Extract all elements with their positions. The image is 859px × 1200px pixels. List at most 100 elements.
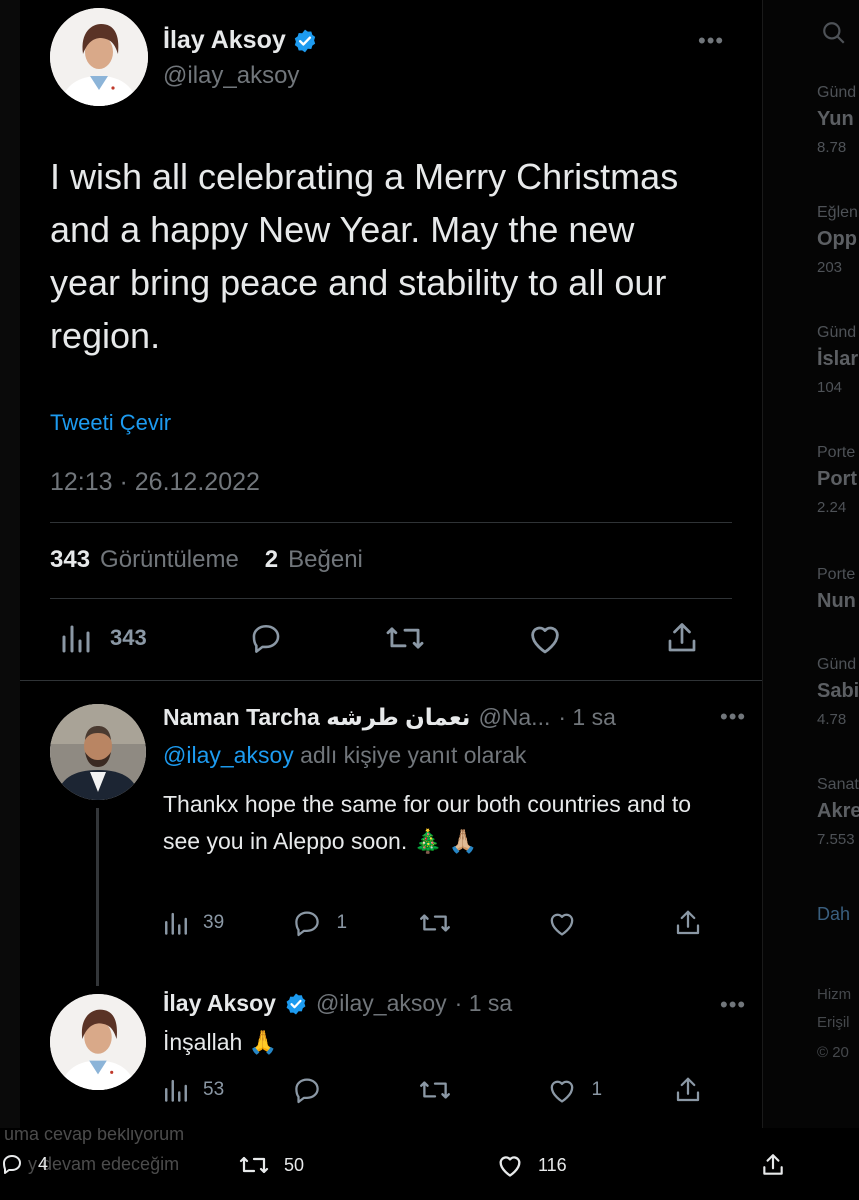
trend-item[interactable]: Günd İslar 104 bbox=[817, 324, 859, 396]
trend-count: 104 bbox=[817, 379, 843, 396]
author-name[interactable]: Naman Tarcha نعمان طرشه bbox=[163, 704, 470, 731]
retweet-button[interactable] bbox=[418, 909, 528, 937]
background-tweet-actions: uma cevap bekliyorum y devam edeceğim bbox=[0, 1124, 859, 1200]
retweet-count: 50 bbox=[284, 1154, 305, 1175]
like-button[interactable] bbox=[526, 621, 564, 655]
tweet-timestamp[interactable]: 12:13 · 26.12.2022 bbox=[50, 468, 260, 497]
avatar[interactable] bbox=[50, 994, 146, 1090]
reply-header: İlay Aksoy @ilay_aksoy · 1 sa bbox=[163, 990, 512, 1017]
reply-icon bbox=[294, 1078, 319, 1104]
share-button[interactable] bbox=[673, 1075, 703, 1105]
heart-icon bbox=[550, 913, 573, 936]
views-label[interactable]: Görüntüleme bbox=[100, 546, 239, 574]
search-icon[interactable] bbox=[821, 20, 847, 46]
reply-count: 1 bbox=[336, 912, 348, 933]
more-options-icon[interactable]: ••• bbox=[698, 28, 724, 54]
author-handle[interactable]: @ilay_aksoy bbox=[316, 990, 447, 1017]
reply-count: 4 bbox=[38, 1153, 49, 1174]
retweet-icon bbox=[420, 914, 450, 932]
replying-to: @ilay_aksoy adlı kişiye yanıt olarak bbox=[163, 742, 526, 769]
retweet-icon bbox=[386, 627, 424, 649]
reply-icon bbox=[3, 1155, 21, 1174]
profile-photo bbox=[50, 8, 148, 106]
thread-line bbox=[96, 808, 99, 986]
trend-count: 7.553 bbox=[817, 831, 855, 848]
more-options-icon[interactable]: ••• bbox=[720, 704, 746, 730]
reply-button[interactable] bbox=[291, 1075, 401, 1105]
views-count: 53 bbox=[203, 1079, 225, 1100]
trend-item[interactable]: Günd Sabi 4.78 bbox=[817, 656, 859, 728]
author-handle[interactable]: @Na... bbox=[478, 704, 550, 731]
show-more-link[interactable]: Dah bbox=[817, 904, 850, 925]
reply-button[interactable] bbox=[247, 621, 285, 655]
likes-label[interactable]: Beğeni bbox=[288, 546, 363, 574]
reply-to-handle[interactable]: @ilay_aksoy bbox=[163, 742, 294, 768]
like-count: 116 bbox=[538, 1154, 567, 1175]
trend-item[interactable]: Eğlen Opp 203 bbox=[817, 204, 859, 276]
translate-tweet-link[interactable]: Tweeti Çevir bbox=[50, 410, 171, 436]
reply-time[interactable]: · 1 sa bbox=[558, 704, 616, 731]
trend-name: Akre bbox=[817, 800, 859, 822]
like-count: 1 bbox=[591, 1079, 603, 1100]
analytics-button[interactable]: 53 bbox=[163, 1077, 273, 1103]
ghost-text: y devam edeceğim bbox=[28, 1154, 180, 1174]
trend-category: Porte bbox=[817, 444, 856, 461]
reply-icon bbox=[252, 624, 279, 653]
divider bbox=[50, 522, 732, 523]
profile-photo bbox=[50, 994, 146, 1090]
share-button[interactable] bbox=[673, 908, 703, 938]
divider bbox=[20, 680, 762, 681]
footer-link[interactable]: Erişil bbox=[817, 1010, 850, 1036]
like-button[interactable] bbox=[546, 909, 656, 937]
retweet-button[interactable] bbox=[418, 1076, 528, 1104]
heart-icon bbox=[499, 1156, 521, 1177]
retweet-button[interactable] bbox=[384, 621, 426, 655]
author-handle[interactable]: @ilay_aksoy bbox=[163, 62, 299, 90]
like-button[interactable]: 116 bbox=[496, 1152, 567, 1178]
reply-text: Thankx hope the same for our both countr… bbox=[163, 791, 692, 854]
reply-button[interactable]: 4 bbox=[0, 1152, 48, 1176]
avatar[interactable] bbox=[50, 8, 148, 106]
more-options-icon[interactable]: ••• bbox=[720, 992, 746, 1018]
avatar[interactable] bbox=[50, 704, 146, 800]
share-icon bbox=[668, 623, 696, 652]
trend-count: 2.24 bbox=[817, 499, 847, 516]
trend-item[interactable]: Sanat Akre 7.553 bbox=[817, 776, 859, 848]
views-count: 343 bbox=[50, 546, 91, 573]
author-name[interactable]: İlay Aksoy bbox=[163, 990, 276, 1017]
retweet-button[interactable]: 50 bbox=[238, 1152, 304, 1178]
share-icon bbox=[763, 1154, 783, 1175]
trend-category: Günd bbox=[817, 324, 857, 341]
analytics-icon bbox=[62, 625, 90, 653]
analytics-icon bbox=[165, 1079, 187, 1102]
verified-badge-icon bbox=[294, 29, 315, 52]
trend-name: Yun bbox=[817, 108, 854, 130]
reply-text: İnşallah 🙏 bbox=[163, 1029, 278, 1055]
share-button[interactable] bbox=[760, 1152, 786, 1178]
reply-time[interactable]: · 1 sa bbox=[455, 990, 513, 1017]
analytics-button[interactable]: 343 bbox=[60, 623, 147, 653]
reply-icon bbox=[294, 911, 319, 937]
author-name-text: İlay Aksoy bbox=[163, 26, 286, 54]
trend-name: İslar bbox=[817, 348, 859, 370]
trend-item[interactable]: Porte Port 2.24 bbox=[817, 444, 859, 516]
analytics-button[interactable]: 39 bbox=[163, 910, 273, 936]
footer-link[interactable]: Hizm bbox=[817, 982, 851, 1008]
trend-count: 203 bbox=[817, 259, 843, 276]
share-icon bbox=[676, 1077, 700, 1102]
likes-count: 2 bbox=[264, 546, 279, 573]
trend-category: Porte bbox=[817, 566, 856, 583]
trend-item[interactable]: Günd Yun 8.78 bbox=[817, 84, 859, 156]
reply-button[interactable]: 1 bbox=[291, 908, 401, 938]
footer-copyright: © 20 bbox=[817, 1044, 849, 1061]
tweet-text: I wish all celebrating a Merry Christmas… bbox=[50, 156, 679, 356]
trend-name: Nun bbox=[817, 590, 856, 612]
analytics-icon bbox=[165, 912, 187, 935]
trend-item[interactable]: Porte Nun bbox=[817, 566, 859, 613]
like-button[interactable]: 1 bbox=[546, 1076, 656, 1104]
trend-count: 8.78 bbox=[817, 139, 847, 156]
heart-icon bbox=[531, 626, 559, 654]
trend-count: 4.78 bbox=[817, 711, 847, 728]
author-name[interactable]: İlay Aksoy bbox=[163, 26, 318, 55]
share-button[interactable] bbox=[664, 620, 700, 656]
